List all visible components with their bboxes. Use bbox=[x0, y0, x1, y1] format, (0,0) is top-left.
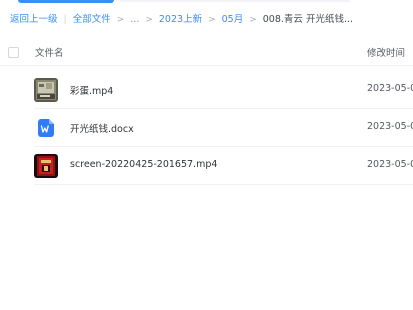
file-list-header: 文件名 修改时间 bbox=[0, 40, 413, 66]
file-name[interactable]: 彩蛋.mp4 bbox=[70, 83, 113, 97]
file-modified-time: 2023-05-0 bbox=[367, 159, 413, 170]
chevron-right-icon: > bbox=[249, 15, 257, 25]
row-divider bbox=[34, 184, 413, 185]
select-all-checkbox[interactable] bbox=[8, 47, 19, 58]
file-name[interactable]: 开光纸钱.docx bbox=[70, 121, 134, 135]
top-bar-divider bbox=[120, 0, 350, 2]
breadcrumb-current: 008.青云 开光纸钱... bbox=[262, 14, 353, 25]
back-link[interactable]: 返回上一级 bbox=[10, 12, 58, 28]
breadcrumb: 返回上一级 | 全部文件 > ... > 2023上新 > 05月 > 008.… bbox=[10, 12, 353, 28]
file-modified-time: 2023-05-0 bbox=[367, 121, 413, 132]
file-row[interactable]: screen-20220425-201657.mp4 2023-05-0 bbox=[0, 147, 413, 185]
breadcrumb-05[interactable]: 05月 bbox=[222, 12, 244, 28]
file-modified-time: 2023-05-0 bbox=[367, 83, 413, 94]
breadcrumb-divider: | bbox=[63, 14, 67, 25]
file-name[interactable]: screen-20220425-201657.mp4 bbox=[70, 159, 217, 170]
chevron-right-icon: > bbox=[116, 15, 125, 25]
word-doc-icon bbox=[38, 119, 54, 137]
chevron-right-icon: > bbox=[208, 15, 216, 25]
chevron-right-icon: > bbox=[145, 15, 153, 25]
file-row[interactable]: 彩蛋.mp4 2023-05-0 bbox=[0, 71, 413, 109]
column-header-name[interactable]: 文件名 bbox=[35, 45, 64, 59]
column-header-modified[interactable]: 修改时间 bbox=[367, 45, 405, 59]
breadcrumb-all-files[interactable]: 全部文件 bbox=[73, 12, 111, 28]
breadcrumb-2023[interactable]: 2023上新 bbox=[159, 12, 202, 28]
breadcrumb-ellipsis[interactable]: ... bbox=[130, 12, 139, 28]
active-tab-indicator bbox=[18, 0, 114, 3]
video-thumbnail-icon bbox=[34, 154, 58, 178]
video-thumbnail-icon bbox=[34, 78, 58, 102]
file-row[interactable]: 开光纸钱.docx 2023-05-0 bbox=[0, 109, 413, 147]
